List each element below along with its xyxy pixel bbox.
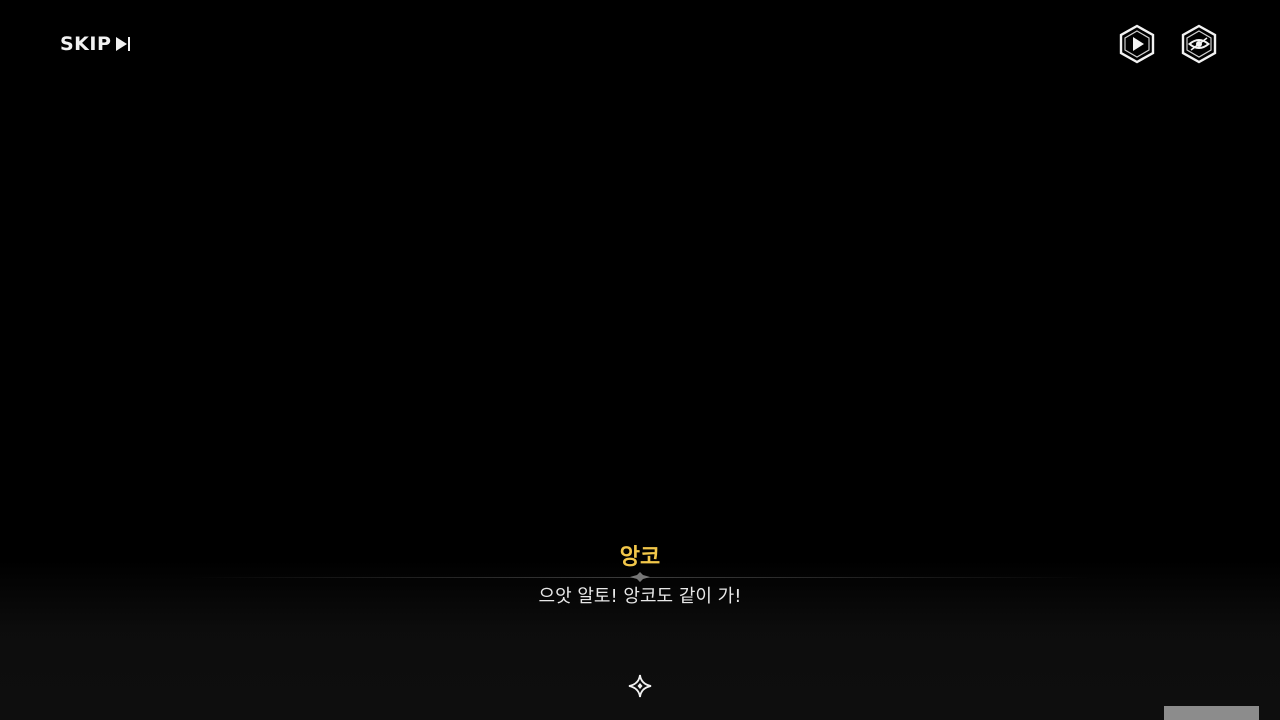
dialogue-box[interactable]: 앙코 으앗 알토! 앙코도 같이 가! — [0, 540, 1280, 620]
cutscene-screen[interactable]: SKIP 앙코 으앗 알토! 앙코도 같이 가! — [0, 0, 1280, 720]
hide-ui-button[interactable] — [1180, 24, 1218, 64]
skip-label: SKIP — [60, 33, 112, 55]
autoplay-button[interactable] — [1118, 24, 1156, 64]
skip-button[interactable]: SKIP — [60, 30, 131, 58]
dialogue-text: 으앗 알토! 앙코도 같이 가! — [538, 586, 742, 607]
eye-hexagon-icon — [1181, 24, 1217, 64]
skip-forward-icon — [115, 36, 131, 52]
four-point-star-icon[interactable] — [628, 674, 652, 698]
ornament-icon — [630, 572, 650, 582]
corner-panel — [1164, 706, 1259, 720]
speaker-name: 앙코 — [619, 545, 661, 570]
play-hexagon-icon — [1119, 24, 1155, 64]
